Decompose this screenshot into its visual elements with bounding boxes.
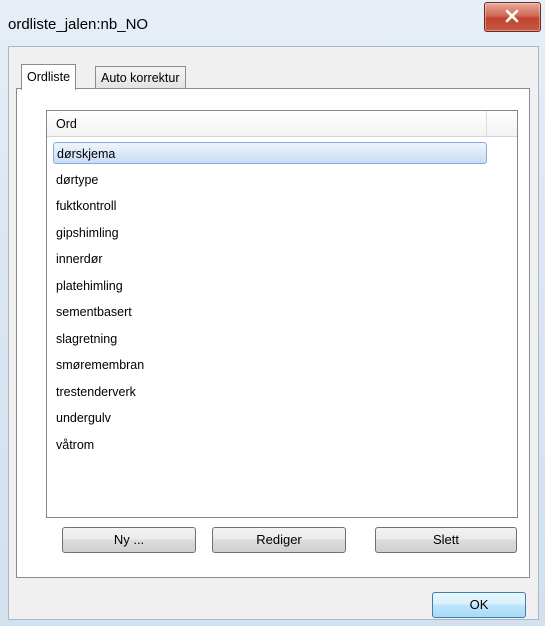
list-item[interactable]: fuktkontroll bbox=[53, 195, 483, 217]
list-item[interactable]: dørskjema bbox=[53, 142, 487, 164]
list-item[interactable]: sementbasert bbox=[53, 301, 483, 323]
column-header-label: Ord bbox=[56, 117, 77, 131]
list-item[interactable]: platehimling bbox=[53, 275, 483, 297]
tab-auto-korrektur-label: Auto korrektur bbox=[101, 71, 180, 85]
edit-button[interactable]: Rediger bbox=[212, 527, 346, 553]
list-item[interactable]: gipshimling bbox=[53, 222, 483, 244]
dialog-window: ordliste_jalen:nb_NO Ordliste Auto korre… bbox=[0, 0, 545, 626]
tab-ordliste-label: Ordliste bbox=[27, 70, 71, 84]
list-item[interactable]: trestenderverk bbox=[53, 381, 483, 403]
column-header-ord[interactable]: Ord bbox=[47, 111, 487, 136]
title-bar[interactable]: ordliste_jalen:nb_NO bbox=[0, 0, 545, 46]
word-list[interactable]: Ord dørskjema dørtype fuktkontroll gipshiml… bbox=[46, 110, 518, 518]
list-item[interactable]: våtrom bbox=[53, 434, 483, 456]
tab-auto-korrektur[interactable]: Auto korrektur bbox=[95, 66, 186, 88]
new-button[interactable]: Ny ... bbox=[62, 527, 196, 553]
list-item[interactable]: smøremembran bbox=[53, 354, 483, 376]
list-item[interactable]: dørtype bbox=[53, 169, 483, 191]
close-button[interactable] bbox=[484, 2, 541, 32]
close-x-icon bbox=[505, 9, 519, 23]
window-title: ordliste_jalen:nb_NO bbox=[8, 16, 149, 33]
delete-button[interactable]: Slett bbox=[375, 527, 517, 553]
list-header: Ord bbox=[47, 111, 517, 137]
tab-ordliste[interactable]: Ordliste bbox=[21, 64, 77, 90]
list-item[interactable]: innerdør bbox=[53, 248, 483, 270]
list-item[interactable]: slagretning bbox=[53, 328, 483, 350]
list-item[interactable]: undergulv bbox=[53, 407, 483, 429]
ok-button[interactable]: OK bbox=[432, 592, 526, 618]
